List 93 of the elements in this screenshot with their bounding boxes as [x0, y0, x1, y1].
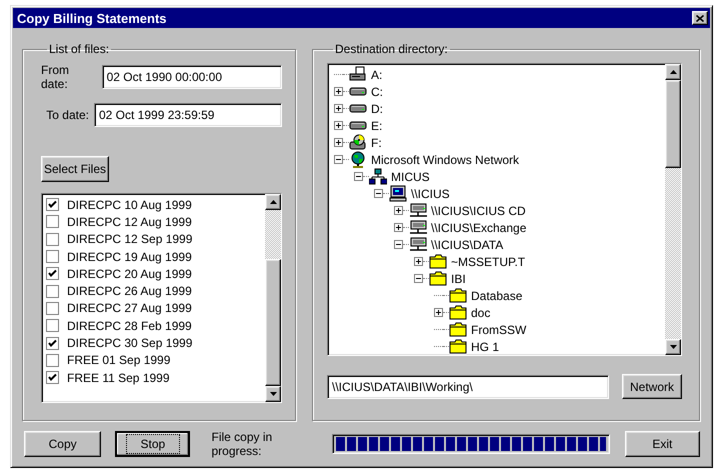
tree-item[interactable]: doc — [470, 306, 492, 320]
folder-icon — [429, 253, 447, 270]
file-name: DIRECPC 19 Aug 1999 — [67, 250, 192, 264]
folder-icon — [449, 304, 467, 321]
checkbox[interactable] — [46, 284, 59, 298]
expand-icon[interactable] — [414, 257, 423, 266]
collapse-icon[interactable] — [374, 189, 383, 198]
tree-item[interactable]: Database — [470, 288, 524, 302]
workgroup-icon — [369, 168, 387, 185]
folder-icon — [449, 321, 467, 338]
file-name: DIRECPC 10 Aug 1999 — [67, 198, 192, 212]
tree-item[interactable]: Microsoft Windows Network — [370, 152, 520, 166]
field-label: To date: — [46, 108, 89, 122]
up-arrow-icon — [270, 200, 276, 204]
to-date-field[interactable]: 02 Oct 1999 23:59:59 — [94, 103, 282, 127]
folder-icon — [449, 287, 467, 304]
checkbox[interactable] — [46, 198, 59, 212]
down-arrow-icon — [270, 392, 276, 396]
file-name: FREE 01 Sep 1999 — [67, 353, 170, 368]
group-label: Destination directory: — [334, 42, 449, 56]
select-files-button[interactable]: Select Files — [41, 156, 109, 182]
file-name: DIRECPC 27 Aug 1999 — [67, 301, 192, 316]
network-icon — [349, 151, 367, 168]
cdrom-icon — [349, 134, 367, 151]
checkbox[interactable] — [46, 267, 59, 280]
scroll-thumb[interactable] — [265, 259, 281, 386]
checkbox[interactable] — [46, 232, 59, 246]
file-name: DIRECPC 20 Aug 1999 — [67, 266, 192, 281]
checkbox[interactable] — [46, 215, 59, 228]
close-button[interactable] — [692, 11, 708, 25]
file-name: DIRECPC 12 Sep 1999 — [67, 232, 192, 246]
exit-button[interactable]: Exit — [624, 431, 700, 457]
tree-item[interactable]: A: — [370, 68, 384, 82]
copy-button[interactable]: Copy — [24, 431, 102, 457]
tree-item[interactable]: E: — [370, 118, 384, 132]
file-name: DIRECPC 30 Sep 1999 — [67, 336, 192, 350]
field-label: From date: — [41, 63, 70, 91]
tree-item[interactable]: F: — [370, 136, 383, 150]
file-name: DIRECPC 28 Feb 1999 — [67, 318, 192, 333]
expand-icon[interactable] — [394, 223, 403, 232]
tree-item[interactable]: C: — [370, 84, 384, 98]
path-field[interactable]: \\ICIUS\DATA\IBI\Working\ — [327, 374, 609, 398]
scroll-thumb[interactable] — [665, 80, 681, 168]
computer-icon — [389, 185, 407, 202]
tree-item[interactable]: \\ICIUS\DATA — [430, 238, 504, 252]
down-arrow-icon — [670, 345, 676, 349]
folder-icon — [449, 338, 467, 355]
folder-icon — [429, 270, 447, 287]
group-label: List of files: — [48, 42, 110, 56]
collapse-icon[interactable] — [414, 274, 423, 283]
expand-icon[interactable] — [334, 104, 343, 113]
tree-item[interactable]: \\ICIUS\Exchange — [430, 220, 528, 234]
tree-item[interactable]: MICUS — [390, 170, 431, 184]
file-name: DIRECPC 12 Aug 1999 — [67, 214, 192, 229]
file-name: FREE 11 Sep 1999 — [67, 370, 170, 385]
checkbox[interactable] — [46, 371, 59, 384]
scroll-down-button[interactable] — [665, 339, 681, 355]
tree-item[interactable]: ~MSSETUP.T — [450, 254, 526, 268]
expand-icon[interactable] — [434, 308, 443, 317]
tree-item[interactable]: D: — [370, 102, 384, 116]
share-icon — [409, 219, 427, 236]
scroll-up-button[interactable] — [265, 194, 281, 210]
progress-label: File copy in progress: — [211, 430, 274, 458]
collapse-icon[interactable] — [394, 240, 403, 249]
stop-button[interactable]: Stop — [115, 431, 190, 457]
window-title: Copy Billing Statements — [17, 10, 167, 26]
tree-item[interactable]: IBI — [450, 272, 467, 286]
share-icon — [409, 202, 427, 219]
checkbox[interactable] — [46, 354, 59, 367]
floppy-icon — [349, 66, 367, 83]
expand-icon[interactable] — [394, 206, 403, 215]
scroll-down-button[interactable] — [265, 386, 281, 402]
checkbox[interactable] — [46, 336, 59, 350]
collapse-icon[interactable] — [334, 155, 343, 164]
tree-item[interactable]: \\ICIUS — [410, 186, 451, 200]
close-icon — [696, 14, 704, 22]
collapse-icon[interactable] — [354, 172, 363, 181]
expand-icon[interactable] — [334, 121, 343, 130]
tree-item[interactable]: HG 1 — [470, 340, 500, 354]
network-button[interactable]: Network — [622, 374, 682, 399]
from-date-field[interactable]: 02 Oct 1990 00:00:00 — [102, 65, 282, 89]
tree-item[interactable]: \\ICIUS\ICIUS CD — [430, 204, 527, 218]
scroll-up-button[interactable] — [665, 64, 681, 80]
checkbox[interactable] — [46, 319, 59, 332]
directory-tree[interactable]: A: C: D: E: F: Microsoft Windows Network MICUS \\ICIUS \\ICIUS\ICIUS CD \\ICIUS\Exchange \\ICIUS\DATA ~MSSETUP.T IBI Database doc FromSSW HG 1 — [327, 63, 682, 356]
file-name: DIRECPC 26 Aug 1999 — [67, 284, 192, 298]
checkbox[interactable] — [46, 302, 59, 315]
share-icon — [409, 236, 427, 253]
expand-icon[interactable] — [334, 138, 343, 147]
tree-item[interactable]: FromSSW — [470, 322, 528, 336]
up-arrow-icon — [670, 70, 676, 74]
checkbox[interactable] — [46, 250, 59, 264]
expand-icon[interactable] — [334, 87, 343, 96]
